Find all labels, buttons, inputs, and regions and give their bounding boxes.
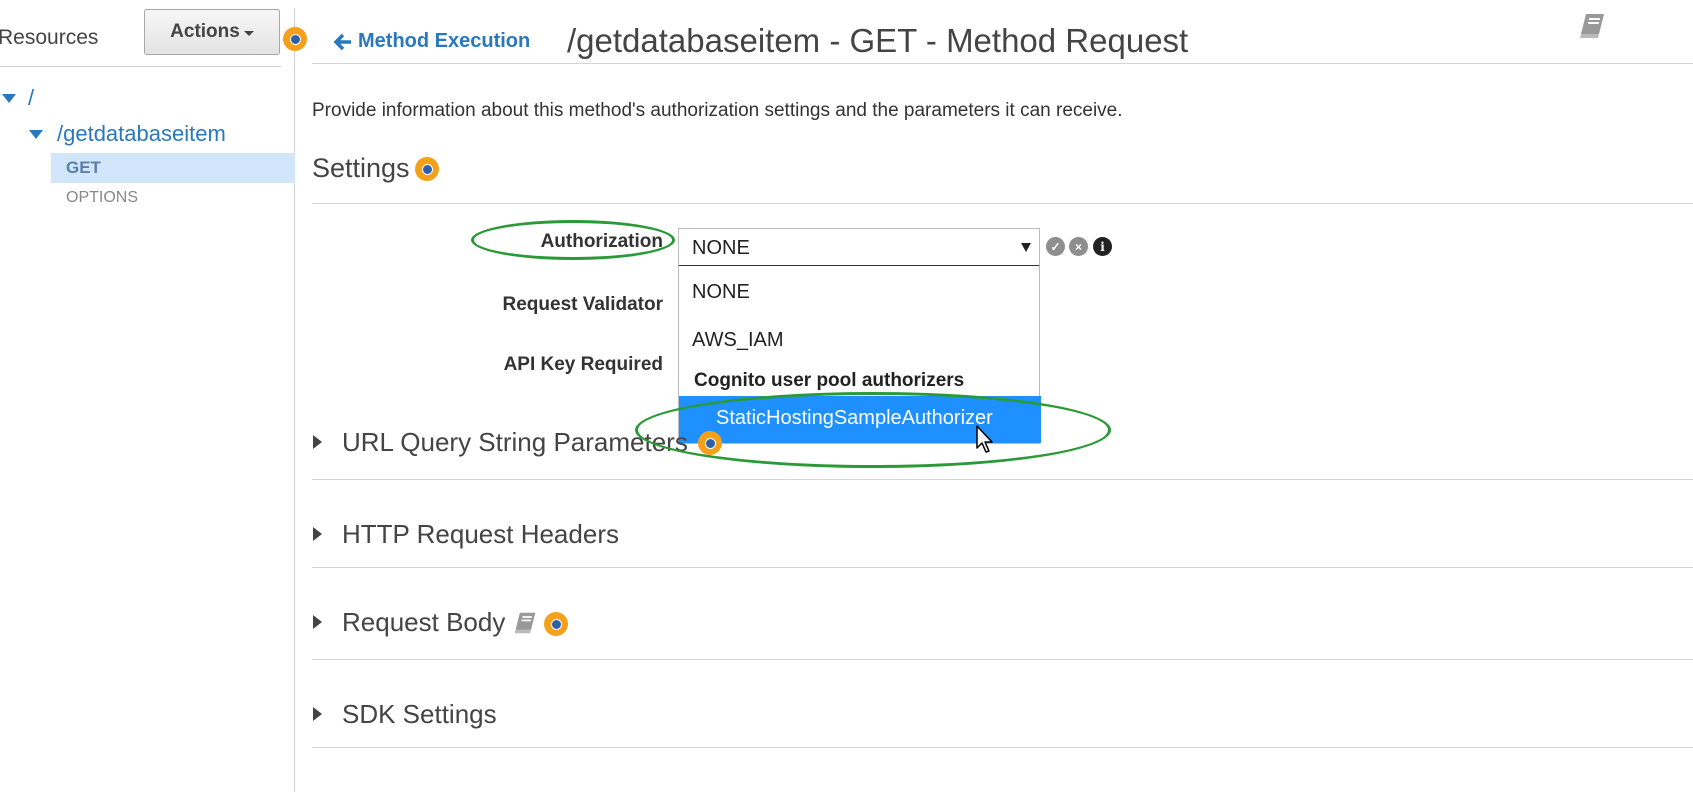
- actions-button[interactable]: Actions: [144, 9, 280, 55]
- section-request-body[interactable]: Request Body: [342, 607, 505, 638]
- page-description: Provide information about this method's …: [312, 100, 1123, 121]
- request-validator-label: Request Validator: [502, 294, 664, 315]
- divider: [312, 659, 1693, 660]
- url-query-help-icon[interactable]: [698, 431, 722, 455]
- method-execution-label: Method Execution: [358, 30, 531, 52]
- book-icon[interactable]: [1577, 12, 1607, 45]
- option-aws-iam[interactable]: AWS_IAM: [692, 329, 784, 352]
- expand-http-headers-icon[interactable]: [313, 527, 322, 541]
- divider: [312, 747, 1693, 748]
- expand-url-query-icon[interactable]: [313, 435, 322, 449]
- section-url-query-string-parameters[interactable]: URL Query String Parameters: [342, 427, 688, 458]
- resources-title: Resources: [0, 26, 99, 49]
- option-group-label: Cognito user pool authorizers: [694, 370, 965, 391]
- mouse-cursor-icon: [976, 425, 993, 453]
- divider: [312, 203, 1693, 204]
- divider: [312, 567, 1693, 568]
- section-sdk-settings[interactable]: SDK Settings: [342, 699, 497, 730]
- authorization-dropdown-list: NONE AWS_IAM Cognito user pool authorize…: [678, 266, 1041, 444]
- settings-help-icon[interactable]: [415, 157, 439, 181]
- dropdown-arrow-icon: [1021, 243, 1031, 252]
- check-circle-icon[interactable]: ✓: [1046, 237, 1065, 256]
- settings-title: Settings: [312, 153, 410, 183]
- arrow-left-icon: [334, 33, 351, 50]
- actions-label: Actions: [170, 21, 240, 42]
- book-icon[interactable]: [512, 611, 538, 635]
- option-none[interactable]: NONE: [692, 281, 750, 304]
- api-key-required-label: API Key Required: [503, 354, 663, 375]
- divider: [312, 479, 1693, 480]
- caret-down-icon: [243, 30, 254, 36]
- tree-expand-resource-icon[interactable]: [29, 130, 43, 139]
- authorization-select-value: NONE: [692, 237, 750, 259]
- authorization-select[interactable]: NONE: [678, 228, 1040, 267]
- tree-item-options[interactable]: OPTIONS: [66, 189, 138, 207]
- authorization-label: Authorization: [540, 231, 663, 252]
- divider: [312, 63, 1693, 64]
- help-badge-icon[interactable]: [283, 27, 307, 51]
- panel-divider: [294, 8, 295, 792]
- tree-expand-root-icon[interactable]: [2, 94, 16, 103]
- page-title: /getdatabaseitem - GET - Method Request: [567, 22, 1189, 59]
- expand-sdk-settings-icon[interactable]: [313, 707, 322, 721]
- x-circle-icon[interactable]: ×: [1069, 237, 1088, 256]
- tree-item-get[interactable]: GET: [66, 158, 101, 178]
- request-body-help-icon[interactable]: [544, 612, 568, 636]
- info-icon[interactable]: i: [1093, 237, 1112, 256]
- tree-item-root[interactable]: /: [28, 85, 34, 111]
- method-execution-link[interactable]: Method Execution: [334, 30, 530, 53]
- tree-item-getdatabaseitem[interactable]: /getdatabaseitem: [57, 121, 226, 147]
- expand-request-body-icon[interactable]: [313, 615, 322, 629]
- divider: [0, 66, 281, 67]
- section-http-request-headers[interactable]: HTTP Request Headers: [342, 519, 619, 550]
